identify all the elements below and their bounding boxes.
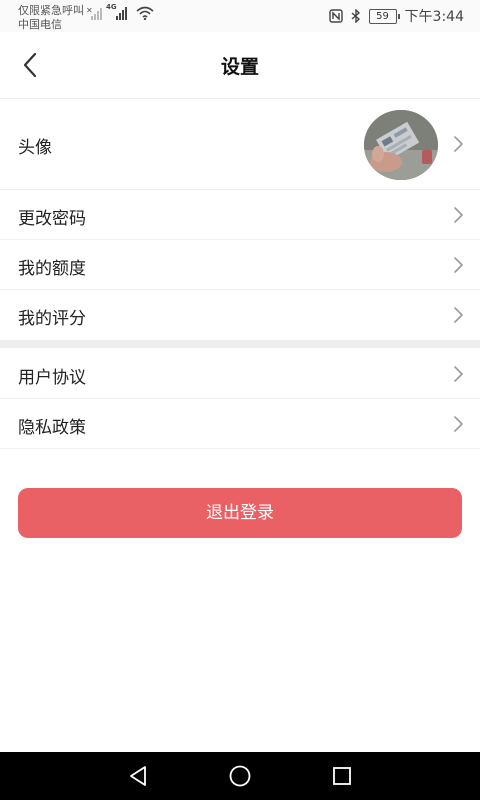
row-label: 更改密码 [18, 209, 86, 229]
cellular-signal-icon: 4G [106, 3, 132, 20]
status-time: 下午3:44 [404, 9, 464, 25]
settings-row-my-quota[interactable]: 我的额度 [0, 240, 480, 290]
no-sim-signal-icon: ✕ [86, 6, 102, 20]
bluetooth-icon [351, 9, 360, 23]
settings-row-my-score[interactable]: 我的评分 [0, 290, 480, 340]
svg-text:✕: ✕ [86, 6, 93, 15]
settings-row-avatar[interactable]: 头像 [0, 99, 480, 190]
signal-icons: ✕ 4G [86, 3, 154, 20]
row-label: 用户协议 [18, 368, 86, 388]
status-bar: 仅限紧急呼叫 中国电信 ✕ 4G 59 下午3:44 [0, 0, 480, 32]
logout-button[interactable]: 退出登录 [18, 488, 462, 538]
settings-row-privacy-policy[interactable]: 隐私政策 [0, 399, 480, 449]
row-label: 隐私政策 [18, 418, 86, 438]
header: 设置 [0, 32, 480, 98]
settings-row-change-password[interactable]: 更改密码 [0, 190, 480, 240]
wifi-icon [136, 6, 154, 20]
chevron-right-icon [454, 257, 463, 273]
settings-row-user-agreement[interactable]: 用户协议 [0, 348, 480, 399]
square-recent-icon[interactable] [330, 764, 354, 788]
carrier-name: 中国电信 [18, 18, 62, 31]
battery-icon: 59 [368, 8, 400, 24]
system-navigation-bar [0, 752, 480, 800]
chevron-right-icon [454, 207, 463, 223]
row-label: 我的额度 [18, 259, 86, 279]
section-divider [0, 340, 480, 348]
status-right-icons: 59 下午3:44 [328, 6, 464, 26]
circle-home-icon[interactable] [228, 764, 252, 788]
nfc-icon [328, 9, 343, 23]
chevron-right-icon [454, 366, 463, 382]
chevron-right-icon [454, 136, 463, 152]
page-title: 设置 [220, 56, 259, 78]
triangle-back-icon[interactable] [126, 764, 150, 788]
avatar[interactable] [364, 110, 438, 180]
chevron-right-icon [454, 416, 463, 432]
chevron-right-icon [454, 307, 463, 323]
row-label: 头像 [18, 138, 52, 158]
row-label: 我的评分 [18, 309, 86, 329]
